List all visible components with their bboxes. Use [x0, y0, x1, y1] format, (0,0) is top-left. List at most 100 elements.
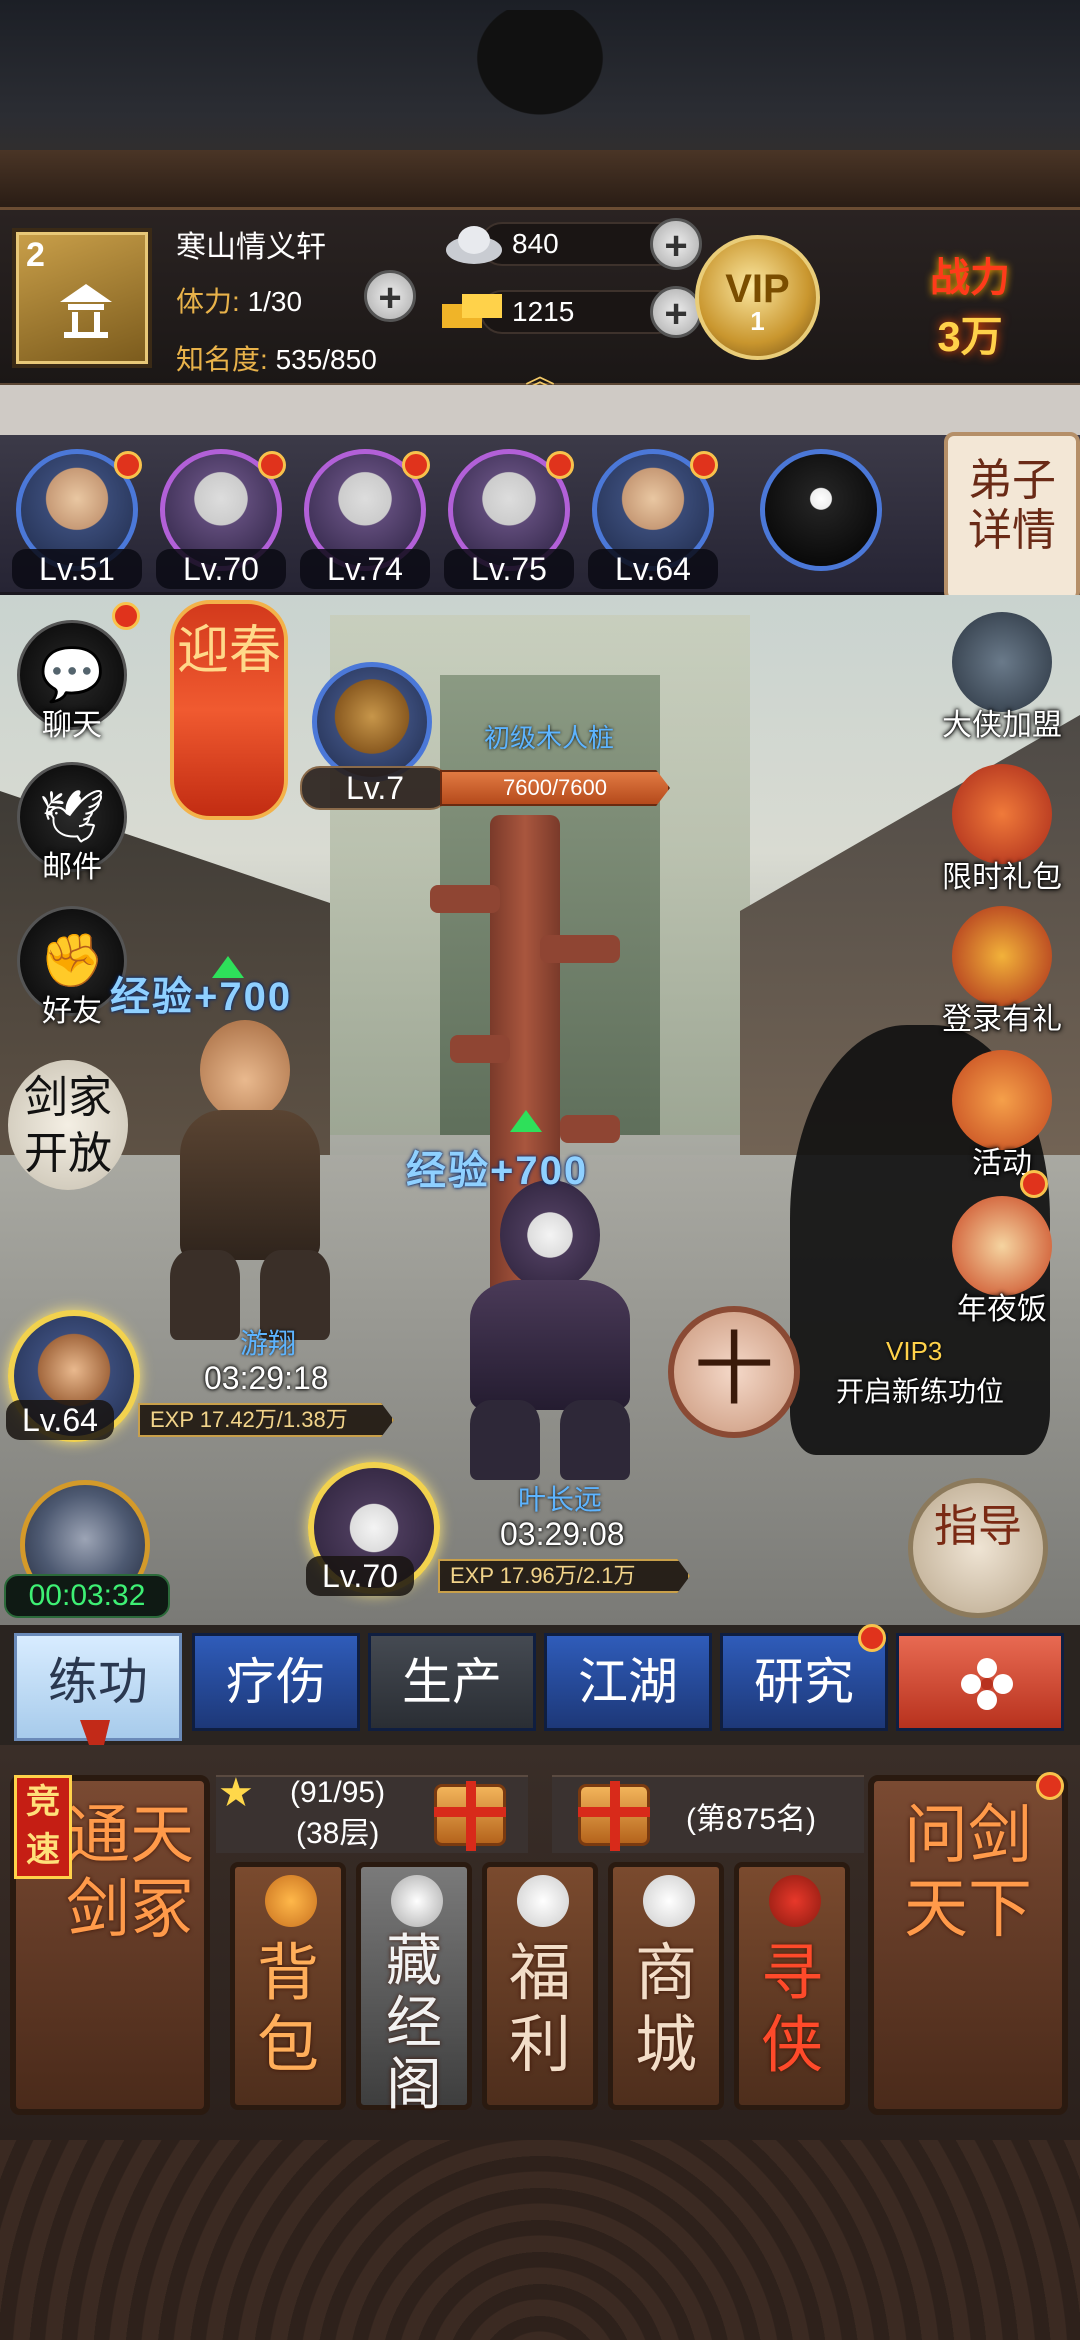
- vip-badge[interactable]: VIP 1: [695, 235, 820, 360]
- mail-label: 邮件: [42, 851, 102, 884]
- disciple-level: Lv.51: [12, 549, 142, 589]
- login-gift-label: 登录有礼: [942, 1003, 1062, 1036]
- dummy-arm: [450, 1035, 510, 1063]
- disciple-slot[interactable]: [756, 449, 886, 589]
- trainee-level: Lv.70: [306, 1556, 414, 1596]
- shop-icon: [643, 1875, 695, 1927]
- scripture-pavilion-label: 藏经阁: [386, 1929, 442, 2118]
- stamina-row: 体力: 1/30: [176, 280, 302, 320]
- exp-gain-text: 经验+700: [110, 975, 293, 1019]
- notification-dot: [858, 1624, 886, 1652]
- chat-label: 聊天: [42, 709, 102, 742]
- samurai-timer: 00:03:32: [4, 1574, 170, 1618]
- trainee-level: Lv.64: [6, 1400, 114, 1440]
- tab-more[interactable]: [896, 1633, 1064, 1731]
- disciple-list: Lv.51 Lv.70 Lv.74 Lv.75 Lv.64: [0, 435, 1080, 595]
- food-bowl-icon: [952, 1196, 1052, 1296]
- dummy-arm: [430, 885, 500, 913]
- dummy-arm: [540, 935, 620, 963]
- disciple-avatar: [760, 449, 882, 571]
- disciple-slot[interactable]: Lv.64: [588, 449, 718, 589]
- add-silver-button[interactable]: +: [650, 218, 702, 270]
- ranking: (第875名): [686, 1803, 817, 1836]
- silver-amount: 840: [512, 228, 559, 259]
- notification-dot: [690, 451, 718, 479]
- tab-healing[interactable]: 疗伤: [192, 1633, 360, 1731]
- chat-button[interactable]: 💬 聊天: [14, 620, 130, 750]
- main-tab-bar: 练功 疗伤 生产 江湖 研究: [0, 1625, 1080, 1745]
- target-name: 初级木人桩: [484, 723, 615, 753]
- welfare-label: 福利: [508, 1936, 571, 2081]
- trainee-exp-bar: EXP 17.96万/2.1万: [438, 1559, 690, 1593]
- hero-alliance-button[interactable]: 大侠加盟: [932, 612, 1072, 752]
- backpack-label: 背包: [256, 1936, 319, 2081]
- gift-box-icon[interactable]: [434, 1781, 506, 1851]
- notification-dot: [1036, 1772, 1064, 1800]
- disciple-detail-button[interactable]: 弟子详情: [944, 432, 1080, 602]
- notification-dot: [402, 451, 430, 479]
- roof-beam: [0, 150, 1080, 210]
- fame-label: 知名度:: [176, 344, 268, 375]
- notification-dot: [1020, 1170, 1048, 1198]
- trainee-name: 叶长远: [518, 1484, 603, 1515]
- seal-icon: [769, 1875, 821, 1927]
- flower-icon: [961, 1658, 1013, 1710]
- treasure-chest-icon: [952, 906, 1052, 1006]
- lantern-icon: [952, 1050, 1052, 1150]
- up-arrow-icon: [510, 1110, 542, 1132]
- disciple-slot[interactable]: Lv.51: [12, 449, 142, 589]
- disciple-level: Lv.75: [444, 549, 574, 589]
- vip-requirement: VIP3: [886, 1336, 943, 1366]
- activity-button[interactable]: 活动: [932, 1050, 1072, 1190]
- disciple-slot[interactable]: Lv.75: [444, 449, 574, 589]
- roof-ornament-icon: [460, 10, 620, 130]
- combat-power[interactable]: 战力 3万: [880, 245, 1060, 360]
- shop-label: 商城: [634, 1936, 697, 2081]
- activity-label: 活动: [972, 1147, 1032, 1180]
- new-year-dinner-button[interactable]: 年夜饭: [932, 1196, 1072, 1336]
- tab-jianghu[interactable]: 江湖: [544, 1633, 712, 1731]
- stamina-label: 体力:: [176, 286, 240, 317]
- tomb-floor: (38层): [296, 1817, 380, 1850]
- fame-value: 535/850: [275, 344, 377, 375]
- power-value: 3万: [937, 313, 1003, 360]
- ask-sword-world-card[interactable]: 问剑天下: [868, 1775, 1068, 2115]
- limited-gift-label: 限时礼包: [942, 861, 1062, 894]
- warrior-helmet-icon: [952, 612, 1052, 712]
- exp-gain-text: 经验+700: [406, 1149, 589, 1193]
- spring-lantern[interactable]: 迎春: [170, 600, 288, 820]
- backpack-button[interactable]: 背包: [230, 1862, 346, 2110]
- shop-button[interactable]: 商城: [608, 1862, 724, 2110]
- pavilion-icon: [60, 284, 112, 338]
- tomb-progress: (91/95): [290, 1776, 386, 1809]
- disciple-slot[interactable]: Lv.70: [156, 449, 286, 589]
- bag-icon: [265, 1875, 317, 1927]
- trainee-character-1[interactable]: [140, 1010, 360, 1340]
- target-level: Lv.7: [300, 766, 450, 810]
- toad-icon: [312, 662, 432, 782]
- roof-decoration: [0, 0, 1080, 210]
- seek-hero-button[interactable]: 寻侠: [734, 1862, 850, 2110]
- mail-button[interactable]: 🕊 邮件: [14, 762, 130, 892]
- open-new-slot-text: 开启新练功位: [836, 1376, 1005, 1407]
- sword-clan-open-button[interactable]: 剑家开放: [8, 1060, 128, 1190]
- disciple-level: Lv.64: [588, 549, 718, 589]
- stamina-value: 1/30: [247, 286, 303, 317]
- welfare-button[interactable]: 福利: [482, 1862, 598, 2110]
- scripture-pavilion-button[interactable]: 藏经阁: [356, 1862, 472, 2117]
- hero-alliance-label: 大侠加盟: [942, 709, 1062, 742]
- add-stamina-button[interactable]: +: [364, 270, 416, 322]
- gift-box-icon[interactable]: [578, 1781, 650, 1851]
- trainee-name: 游翔: [240, 1328, 297, 1359]
- player-level-emblem[interactable]: 2: [12, 228, 152, 368]
- guide-button[interactable]: 指导: [908, 1478, 1048, 1618]
- login-gift-button[interactable]: 登录有礼: [932, 906, 1072, 1046]
- tab-production[interactable]: 生产: [368, 1633, 536, 1731]
- disciple-slot[interactable]: Lv.74: [300, 449, 430, 589]
- disciple-level: Lv.70: [156, 549, 286, 589]
- gold-amount: 1215: [512, 296, 575, 327]
- trainee-character-2[interactable]: [430, 1180, 670, 1480]
- pavilion-icon: [391, 1875, 443, 1927]
- add-training-slot-button[interactable]: 十: [668, 1306, 800, 1438]
- limited-gift-button[interactable]: 限时礼包: [932, 764, 1072, 904]
